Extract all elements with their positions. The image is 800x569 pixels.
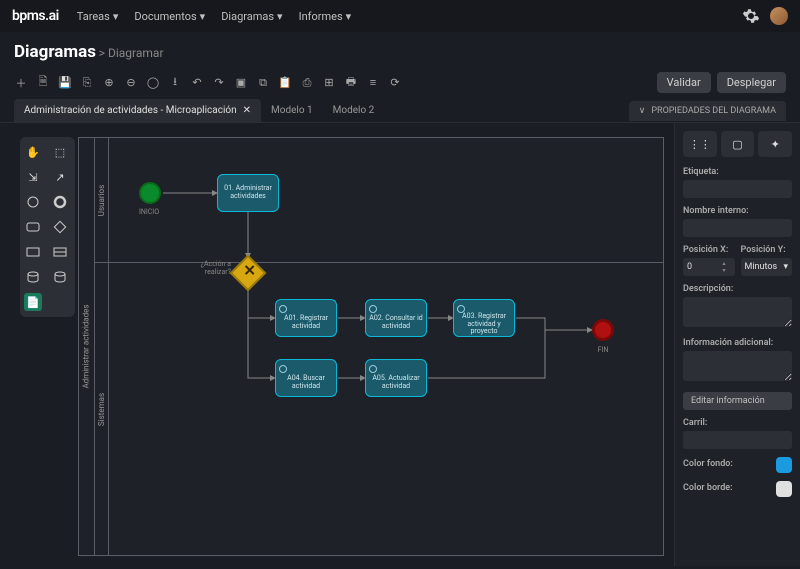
posx-label: Posición X: — [683, 245, 735, 255]
annotation-icon[interactable]: 📄 — [24, 293, 42, 311]
properties-panel: ⋮⋮ ▢ ✦ Etiqueta: Nombre interno: Posició… — [674, 123, 800, 566]
close-icon[interactable]: ✕ — [243, 105, 251, 116]
start-event-icon[interactable] — [24, 193, 42, 211]
validate-button[interactable]: Validar — [657, 72, 711, 93]
task-a03[interactable]: A03. Registrar actividad y proyecto — [453, 299, 515, 337]
settings-icon[interactable] — [742, 7, 760, 25]
list-icon[interactable]: ≡ — [366, 76, 380, 90]
lane-usuarios[interactable]: Usuarios — [95, 138, 663, 263]
properties-panel-header[interactable]: ∨PROPIEDADES DEL DIAGRAMA — [629, 101, 786, 121]
end-event-label: FIN — [592, 346, 614, 354]
start-event[interactable] — [139, 182, 161, 204]
gateway-icon[interactable] — [51, 218, 69, 236]
undo-icon[interactable]: ↶ — [190, 76, 204, 90]
nav-tareas[interactable]: Tareas▾ — [77, 10, 119, 23]
start-event-label: INICIO — [134, 208, 164, 216]
grid-icon[interactable]: ⊞ — [322, 76, 336, 90]
lasso-icon[interactable]: ⬚ — [51, 143, 69, 161]
paste-icon[interactable]: ⎙ — [300, 76, 314, 90]
color-fondo-swatch[interactable] — [776, 457, 792, 473]
descripcion-label: Descripción: — [683, 284, 792, 294]
fit-icon[interactable]: ⇲ — [24, 168, 42, 186]
posy-select[interactable]: Minutos▾ — [741, 258, 793, 276]
task-icon[interactable] — [24, 218, 42, 236]
image-icon[interactable]: ▣ — [234, 76, 248, 90]
add-icon[interactable]: ＋ — [14, 76, 28, 90]
descripcion-input[interactable] — [683, 297, 792, 327]
task-a02[interactable]: A02. Consultar id actividad — [365, 299, 427, 337]
redo-icon[interactable]: ↷ — [212, 76, 226, 90]
deploy-button[interactable]: Desplegar — [717, 72, 786, 93]
tab-modelo1[interactable]: Modelo 1 — [261, 99, 323, 122]
page-title: Diagramas — [14, 42, 96, 62]
connect-icon[interactable]: ↗ — [51, 168, 69, 186]
color-fondo-label: Color fondo: — [683, 459, 733, 469]
nombre-interno-label: Nombre interno: — [683, 206, 792, 216]
print-icon[interactable]: 🖶 — [344, 76, 358, 90]
brand-logo: bpms.ai — [12, 8, 59, 24]
end-event-icon[interactable] — [51, 193, 69, 211]
editar-informacion-button[interactable]: Editar información — [683, 392, 792, 410]
etiqueta-label: Etiqueta: — [683, 167, 792, 177]
posy-label: Posición Y: — [741, 245, 793, 255]
bpmn-pool[interactable]: Administrar actividades Usuarios Sistema… — [78, 137, 664, 556]
mode-grid-icon[interactable]: ⋮⋮ — [683, 131, 717, 157]
gateway-label: ¿Acción a realizar? — [191, 260, 231, 276]
toolbar-icons: ＋ 🗎 💾 ⎘ ⊕ ⊖ ◯ ⭳ ↶ ↷ ▣ ⧉ 📋 ⎙ ⊞ 🖶 ≡ ⟳ — [14, 76, 402, 90]
new-file-icon[interactable]: 🗎 — [36, 76, 50, 90]
shape-palette: ✋ ⬚ ⇲ ↗ 📄 — [20, 137, 75, 317]
zoom-out-icon[interactable]: ⊖ — [124, 76, 138, 90]
info-adicional-label: Información adicional: — [683, 338, 792, 348]
subprocess-icon[interactable] — [24, 243, 42, 261]
nav-documentos[interactable]: Documentos▾ — [134, 10, 205, 23]
refresh-icon[interactable]: ⟳ — [388, 76, 402, 90]
tab-active[interactable]: Administración de actividades - Microapl… — [14, 99, 261, 122]
info-adicional-input[interactable] — [683, 351, 792, 381]
nav-diagramas[interactable]: Diagramas▾ — [221, 10, 282, 23]
posx-stepper[interactable]: ▴▾ — [683, 258, 735, 276]
data-store-icon[interactable] — [24, 268, 42, 286]
download-icon[interactable]: ⭳ — [168, 76, 182, 90]
etiqueta-input[interactable] — [683, 180, 792, 198]
carril-label: Carril: — [683, 418, 792, 428]
copy-icon[interactable]: ⧉ — [256, 76, 270, 90]
color-borde-swatch[interactable] — [776, 481, 792, 497]
data-object-icon[interactable] — [51, 268, 69, 286]
clipboard-icon[interactable]: 📋 — [278, 76, 292, 90]
task-01[interactable]: 01. Administrar actividades — [217, 174, 279, 212]
color-borde-label: Color borde: — [683, 483, 733, 493]
save-icon[interactable]: 💾 — [58, 76, 72, 90]
end-event[interactable] — [592, 319, 614, 341]
nombre-interno-input[interactable] — [683, 219, 792, 237]
task-a05[interactable]: A05. Actualizar actividad — [365, 359, 427, 397]
zoom-reset-icon[interactable]: ◯ — [146, 76, 160, 90]
avatar[interactable] — [770, 7, 788, 25]
breadcrumb: > Diagramar — [99, 46, 164, 60]
carril-input[interactable] — [683, 431, 792, 449]
zoom-in-icon[interactable]: ⊕ — [102, 76, 116, 90]
pool-label[interactable]: Administrar actividades — [79, 138, 95, 555]
task-a01[interactable]: A01. Registrar actividad — [275, 299, 337, 337]
tab-modelo2[interactable]: Modelo 2 — [323, 99, 385, 122]
mode-sparkle-icon[interactable]: ✦ — [758, 131, 792, 157]
mode-view-icon[interactable]: ▢ — [721, 131, 755, 157]
pool-icon[interactable] — [51, 243, 69, 261]
save-as-icon[interactable]: ⎘ — [80, 76, 94, 90]
nav-informes[interactable]: Informes▾ — [299, 10, 352, 23]
task-a04[interactable]: A04. Buscar actividad — [275, 359, 337, 397]
hand-icon[interactable]: ✋ — [24, 143, 42, 161]
